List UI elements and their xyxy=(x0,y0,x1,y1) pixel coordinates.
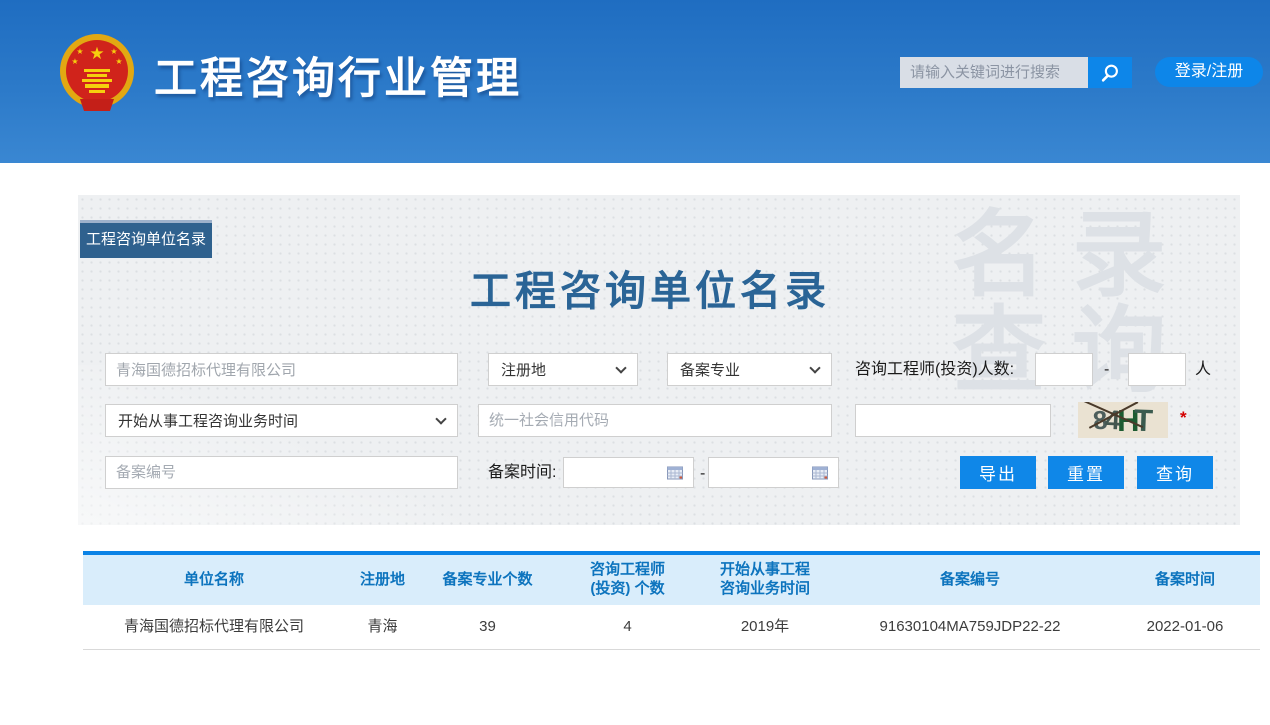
record-time-separator: - xyxy=(700,457,705,490)
start-business-time-select[interactable]: 开始从事工程咨询业务时间 xyxy=(105,404,458,437)
cell-reg-place: 青海 xyxy=(345,605,420,649)
col-header-reg-place: 注册地 xyxy=(345,555,420,605)
directory-search-panel: 名录 查询 工程咨询单位名录 工程咨询单位名录 注册地 备案专业 咨询工程师(投… xyxy=(78,195,1240,525)
panel-decor-sheen xyxy=(78,365,498,525)
cell-specialty-count: 39 xyxy=(420,605,555,649)
chevron-down-icon xyxy=(809,362,820,373)
table-row[interactable]: 青海国德招标代理有限公司 青海 39 4 2019年 91630104MA759… xyxy=(83,605,1260,650)
record-specialty-value: 备案专业 xyxy=(680,359,740,380)
tab-consulting-unit-directory[interactable]: 工程咨询单位名录 xyxy=(80,220,212,258)
calendar-icon xyxy=(812,466,828,480)
col-header-record-time: 备案时间 xyxy=(1110,555,1260,605)
credit-code-input[interactable] xyxy=(478,404,832,437)
export-button[interactable]: 导出 xyxy=(960,456,1036,489)
captcha-char: T xyxy=(1134,404,1154,436)
company-name-input[interactable] xyxy=(105,353,458,386)
record-specialty-select[interactable]: 备案专业 xyxy=(667,353,832,386)
search-icon xyxy=(1099,62,1121,84)
record-time-label: 备案时间: xyxy=(488,456,556,489)
results-table: 单位名称 注册地 备案专业个数 咨询工程师 (投资) 个数 开始从事工程 咨询业… xyxy=(83,551,1260,650)
svg-text:★: ★ xyxy=(76,47,83,56)
engineer-count-separator: - xyxy=(1104,353,1109,386)
site-header: ★ ★ ★ ★ ★ 工程咨询行业管理 登录/注册 xyxy=(0,0,1270,163)
cell-start-time: 2019年 xyxy=(700,605,830,649)
svg-text:★: ★ xyxy=(110,47,117,56)
query-button[interactable]: 查询 xyxy=(1137,456,1213,489)
start-business-time-value: 开始从事工程咨询业务时间 xyxy=(118,410,298,431)
calendar-icon xyxy=(667,466,683,480)
record-number-input[interactable] xyxy=(105,456,458,489)
national-emblem-logo: ★ ★ ★ ★ ★ xyxy=(58,33,136,115)
record-time-end-input[interactable] xyxy=(708,457,839,488)
page-title: 工程咨询单位名录 xyxy=(470,257,830,317)
registration-place-select[interactable]: 注册地 xyxy=(488,353,638,386)
cell-engineer-count: 4 xyxy=(555,605,700,649)
chevron-down-icon xyxy=(615,362,626,373)
chevron-down-icon xyxy=(435,413,446,424)
captcha-input[interactable] xyxy=(855,404,1051,437)
col-header-unit-name: 单位名称 xyxy=(83,555,345,605)
reset-button[interactable]: 重置 xyxy=(1048,456,1124,489)
svg-text:★: ★ xyxy=(115,57,122,66)
table-header-row: 单位名称 注册地 备案专业个数 咨询工程师 (投资) 个数 开始从事工程 咨询业… xyxy=(83,555,1260,605)
cell-record-time: 2022-01-06 xyxy=(1110,605,1260,649)
record-time-start-input[interactable] xyxy=(563,457,694,488)
search-button[interactable] xyxy=(1088,57,1132,88)
cell-unit-name: 青海国德招标代理有限公司 xyxy=(83,605,345,649)
cell-record-no: 91630104MA759JDP22-22 xyxy=(830,605,1110,649)
engineer-count-label: 咨询工程师(投资)人数: xyxy=(855,353,1014,386)
registration-place-value: 注册地 xyxy=(501,359,546,380)
svg-text:★: ★ xyxy=(71,57,78,66)
col-header-engineer-count: 咨询工程师 (投资) 个数 xyxy=(555,555,700,605)
captcha-image[interactable]: 8 4 H T xyxy=(1078,402,1168,438)
col-header-record-no: 备案编号 xyxy=(830,555,1110,605)
keyword-search-input[interactable] xyxy=(900,57,1088,88)
engineer-count-unit: 人 xyxy=(1195,353,1211,386)
engineer-count-min-input[interactable] xyxy=(1035,353,1093,386)
svg-text:★: ★ xyxy=(89,44,104,64)
site-title: 工程咨询行业管理 xyxy=(154,44,522,106)
required-asterisk: * xyxy=(1180,408,1187,428)
col-header-start-time: 开始从事工程 咨询业务时间 xyxy=(700,555,830,605)
engineer-count-max-input[interactable] xyxy=(1128,353,1186,386)
login-register-button[interactable]: 登录/注册 xyxy=(1155,57,1263,87)
col-header-specialty-count: 备案专业个数 xyxy=(420,555,555,605)
